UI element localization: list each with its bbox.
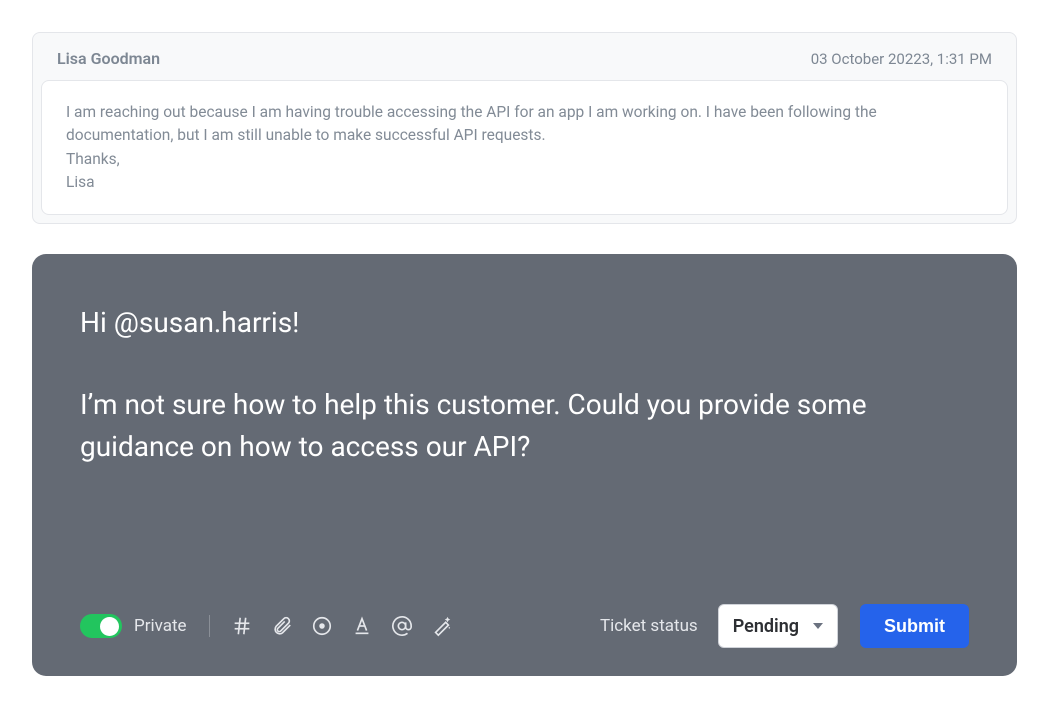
record-icon[interactable] [306,610,338,642]
toggle-knob [100,617,119,636]
incoming-message-card: Lisa Goodman 03 October 20223, 1:31 PM I… [32,32,1017,224]
submit-button[interactable]: Submit [860,604,969,648]
private-toggle[interactable] [80,614,122,638]
message-timestamp: 03 October 20223, 1:31 PM [811,50,992,68]
chevron-down-icon [813,623,823,629]
attachment-icon[interactable] [266,610,298,642]
ticket-status-value: Pending [733,616,799,637]
compose-footer: Private Ticket status [80,604,969,648]
message-body-line: I am reaching out because I am having tr… [66,101,983,148]
message-body-line: Lisa [66,171,983,194]
sender-name: Lisa Goodman [57,49,160,68]
mention-icon[interactable] [386,610,418,642]
hash-icon[interactable] [226,610,258,642]
compose-body: I’m not sure how to help this customer. … [80,388,867,463]
message-header: Lisa Goodman 03 October 20223, 1:31 PM [33,33,1016,80]
compose-textarea[interactable]: Hi @susan.harris! I’m not sure how to he… [80,302,969,604]
text-color-icon[interactable] [346,610,378,642]
compose-panel: Hi @susan.harris! I’m not sure how to he… [32,254,1017,676]
message-body: I am reaching out because I am having tr… [41,80,1008,215]
magic-icon[interactable] [426,610,458,642]
message-body-line: Thanks, [66,148,983,171]
ticket-status-select[interactable]: Pending [718,604,838,648]
private-label: Private [134,616,187,636]
divider [209,615,210,637]
app-frame: Lisa Goodman 03 October 20223, 1:31 PM I… [0,0,1049,706]
ticket-status-label: Ticket status [600,616,698,636]
compose-greeting: Hi @susan.harris! [80,302,969,344]
